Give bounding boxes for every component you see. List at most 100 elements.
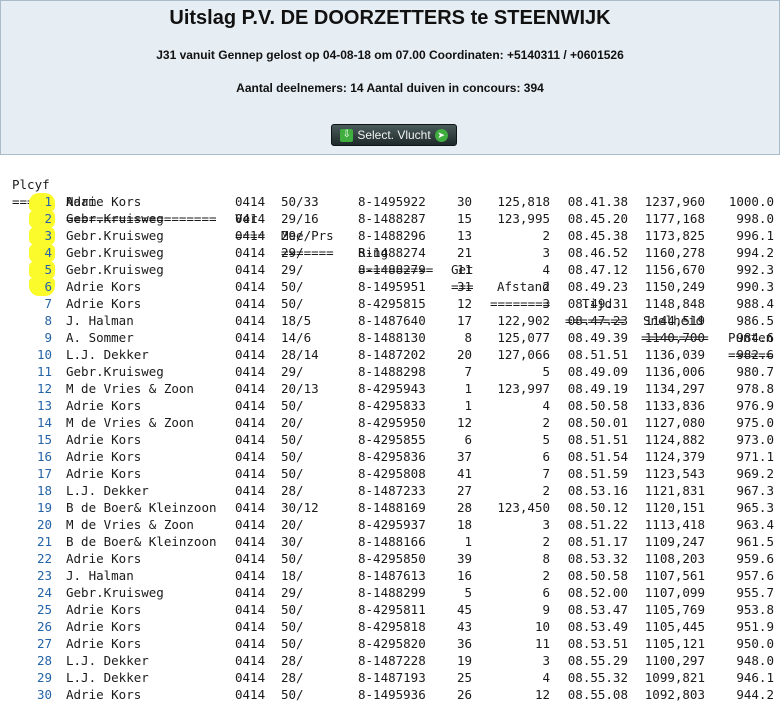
rank-cell[interactable]: 10	[30, 346, 52, 363]
mee-cell: 30/	[281, 534, 304, 549]
afstand-cell: 123,997	[497, 381, 550, 396]
ver-cell: 0414	[235, 279, 266, 294]
punten-cell: 988.4	[736, 296, 774, 311]
table-row: 2 Gebr.Kruisweg 0414 29/16 8-1488287 15 123,99…	[0, 210, 780, 227]
rank-cell[interactable]: 22	[30, 550, 52, 567]
punten-cell: 951.9	[736, 619, 774, 634]
ring-cell: 8-1488169	[358, 500, 426, 515]
rank-cell[interactable]: 14	[30, 414, 52, 431]
table-row: 19 B de Boer& Kleinzoon 0414 30/12 8-1488169…	[0, 499, 780, 516]
rank-cell[interactable]: 21	[30, 533, 52, 550]
get-cell: 27	[456, 483, 472, 498]
rank-cell[interactable]: 27	[30, 635, 52, 652]
tijd-cell: 08.49.23	[567, 279, 628, 294]
download-icon: ⇩	[340, 128, 354, 142]
afstand-cell: 5	[542, 364, 550, 379]
naam-cell: Adrie Kors	[66, 398, 142, 413]
get-cell: 1	[464, 534, 472, 549]
rank-cell[interactable]: 30	[30, 686, 52, 702]
get-cell: 5	[464, 585, 472, 600]
table-row: 3 Gebr.Kruisweg 0414 29/8-1488296 13 2 08.45.3…	[0, 227, 780, 244]
ver-cell: 0414	[235, 245, 266, 260]
afstand-cell: 3	[542, 296, 550, 311]
rank-cell[interactable]: 20	[30, 516, 52, 533]
punten-cell: 975.0	[736, 415, 774, 430]
snelheid-cell: 1148,848	[644, 296, 705, 311]
get-cell: 7	[464, 364, 472, 379]
rank-cell[interactable]: 11	[30, 363, 52, 380]
rank-cell[interactable]: 8	[30, 312, 52, 329]
rank-cell[interactable]: 9	[30, 329, 52, 346]
get-cell: 41	[456, 466, 472, 481]
punten-cell: 967.3	[736, 483, 774, 498]
select-flight-button[interactable]: ⇩ Select. Vlucht ➤	[331, 124, 457, 146]
table-row: 29 L.J. Dekker 0414 28/8-1487193 25 4 08.55.32…	[0, 669, 780, 686]
tijd-cell: 08.49.31	[567, 296, 628, 311]
tijd-cell: 08.53.16	[567, 483, 628, 498]
rank-cell[interactable]: 15	[30, 431, 52, 448]
naam-cell: Gebr.Kruisweg	[66, 364, 164, 379]
punten-cell: 955.7	[736, 585, 774, 600]
naam-cell: Gebr.Kruisweg	[66, 211, 164, 226]
ver-cell: 0414	[235, 228, 266, 243]
ver-cell: 0414	[235, 313, 266, 328]
punten-cell: 950.0	[736, 636, 774, 651]
rank-cell[interactable]: 24	[30, 584, 52, 601]
mee-cell: 50/	[281, 449, 304, 464]
snelheid-cell: 1144,519	[644, 313, 705, 328]
ring-cell: 8-4295950	[358, 415, 426, 430]
table-row: 4 Gebr.Kruisweg 0414 29/8-1488274 21 3 08.46.5…	[0, 244, 780, 261]
mee-cell: 50/	[281, 687, 304, 702]
ver-cell: 0414	[235, 194, 266, 209]
punten-cell: 969.2	[736, 466, 774, 481]
rank-cell[interactable]: 17	[30, 465, 52, 482]
table-row: 20 M de Vries & Zoon 0414 20/8-4295937 18 3 08…	[0, 516, 780, 533]
naam-cell: A. Sommer	[66, 330, 134, 345]
afstand-cell: 4	[542, 262, 550, 277]
rank-cell[interactable]: 6	[30, 278, 52, 295]
mee-cell: 50/	[281, 279, 304, 294]
ring-cell: 8-1487193	[358, 670, 426, 685]
ver-cell: 0414	[235, 466, 266, 481]
afstand-cell: 125,077	[497, 330, 550, 345]
afstand-cell: 8	[542, 551, 550, 566]
table-row: 10 L.J. Dekker 0414 28/14 8-1487202 20 127,066…	[0, 346, 780, 363]
flight-info: J31 vanuit Gennep gelost op 04-08-18 om …	[156, 48, 624, 62]
rank-cell[interactable]: 25	[30, 601, 52, 618]
punten-cell: 996.1	[736, 228, 774, 243]
ring-cell: 8-4295855	[358, 432, 426, 447]
rank-cell[interactable]: 2	[30, 210, 52, 227]
get-cell: 18	[456, 517, 472, 532]
rank-cell[interactable]: 16	[30, 448, 52, 465]
afstand-cell: 5	[542, 432, 550, 447]
get-cell: 36	[456, 636, 472, 651]
table-separator: ===== =============== ==== = ==== == ===== …	[0, 176, 780, 362]
rank-cell[interactable]: 28	[30, 652, 52, 669]
rank-cell[interactable]: 19	[30, 499, 52, 516]
rank-cell[interactable]: 29	[30, 669, 52, 686]
rank-cell[interactable]: 18	[30, 482, 52, 499]
ring-cell: 8-1495951	[358, 279, 426, 294]
ver-cell: 0414	[235, 415, 266, 430]
rank-cell[interactable]: 5	[30, 261, 52, 278]
punten-cell: 959.6	[736, 551, 774, 566]
naam-cell: Adrie Kors	[66, 432, 142, 447]
punten-cell: 971.1	[736, 449, 774, 464]
rank-cell[interactable]: 7	[30, 295, 52, 312]
rank-cell[interactable]: 13	[30, 397, 52, 414]
rank-cell[interactable]: 3	[30, 227, 52, 244]
snelheid-cell: 1237,960	[644, 194, 705, 209]
rank-cell[interactable]: 1	[30, 193, 52, 210]
snelheid-cell: 1150,249	[644, 279, 705, 294]
rank-cell[interactable]: 12	[30, 380, 52, 397]
rank-cell[interactable]: 26	[30, 618, 52, 635]
rank-cell[interactable]: 4	[30, 244, 52, 261]
ver-cell: 0414	[235, 602, 266, 617]
get-cell: 30	[456, 194, 472, 209]
ver-cell: 0414	[235, 330, 266, 345]
get-cell: 11	[456, 262, 472, 277]
results-header: Uitslag P.V. DE DOORZETTERS te STEENWIJK…	[0, 0, 780, 118]
table-row: 16 Adrie Kors 0414 50/8-4295836 37 6 08.51.54 1…	[0, 448, 780, 465]
rank-cell[interactable]: 23	[30, 567, 52, 584]
tijd-cell: 08.51.22	[567, 517, 628, 532]
